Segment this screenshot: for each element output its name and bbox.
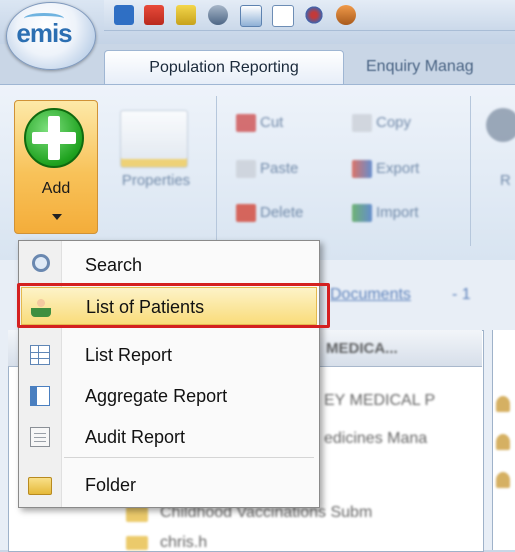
- calendar-icon[interactable]: [240, 5, 262, 27]
- add-button-label: Add: [41, 180, 71, 197]
- menu-item-label: Search: [85, 255, 143, 275]
- cut-label: Cut: [260, 114, 284, 131]
- menu-item-audit-report[interactable]: Audit Report: [19, 418, 319, 456]
- home-icon[interactable]: [144, 5, 164, 25]
- export-button[interactable]: Export: [352, 156, 419, 182]
- export-icon: [352, 160, 372, 179]
- users-icon[interactable]: [336, 5, 356, 25]
- atom-icon[interactable]: [304, 5, 324, 25]
- import-label: Import: [376, 204, 419, 221]
- aggregate-icon: [30, 386, 50, 406]
- tree-row[interactable]: chris.h: [160, 534, 207, 552]
- ribbon-separator: [216, 96, 217, 246]
- scissors-icon: [236, 114, 256, 133]
- documents-count: - 1: [452, 286, 471, 303]
- tree-row[interactable]: EY MEDICAL P: [324, 392, 435, 410]
- menu-item-label: Folder: [85, 475, 137, 495]
- menu-item-folder[interactable]: Folder: [19, 466, 319, 504]
- properties-icon[interactable]: [120, 110, 188, 168]
- emis-logo: emis: [16, 18, 72, 48]
- back-arrow-icon[interactable]: [114, 5, 134, 25]
- tab-population-reporting[interactable]: Population Reporting: [104, 50, 344, 84]
- tree-row[interactable]: edicines Mana: [324, 430, 427, 448]
- clipboard-icon: [236, 160, 256, 179]
- pencil-icon[interactable]: [176, 5, 196, 25]
- highlight-annotation: [17, 283, 330, 328]
- import-button[interactable]: Import: [352, 200, 419, 226]
- copy-button[interactable]: Copy: [352, 110, 411, 136]
- delete-button[interactable]: Delete: [236, 200, 303, 226]
- grid-icon: [30, 345, 50, 365]
- menu-separator: [64, 457, 314, 458]
- menu-item-label: Aggregate Report: [85, 386, 228, 406]
- paste-label: Paste: [260, 160, 299, 177]
- delete-label: Delete: [260, 204, 304, 221]
- documents-link[interactable]: Documents: [330, 286, 411, 304]
- copy-label: Copy: [376, 114, 412, 131]
- export-label: Export: [376, 160, 420, 177]
- menu-item-label: List Report: [85, 345, 173, 365]
- properties-button[interactable]: Properties: [106, 172, 206, 189]
- folder-icon: [126, 536, 148, 550]
- import-icon: [352, 204, 372, 223]
- key-icon: [496, 396, 510, 412]
- delete-icon: [236, 204, 256, 223]
- menu-item-search[interactable]: Search: [19, 246, 319, 284]
- menu-item-aggregate-report[interactable]: Aggregate Report: [19, 377, 319, 415]
- chevron-down-icon: [52, 214, 62, 220]
- plus-horizontal: [32, 132, 76, 144]
- cut-button[interactable]: Cut: [236, 110, 283, 136]
- document-icon[interactable]: [272, 5, 294, 27]
- ribbon-partial-label: R: [500, 172, 511, 189]
- audit-icon: [30, 427, 50, 447]
- search-icon: [32, 254, 50, 272]
- menu-item-label: Audit Report: [85, 427, 186, 447]
- menu-item-list-report[interactable]: List Report: [19, 336, 319, 374]
- key-icon: [496, 472, 510, 488]
- user-icon[interactable]: [208, 5, 228, 25]
- gear-icon[interactable]: [486, 108, 515, 142]
- tree-header-label: MEDICA...: [326, 340, 398, 357]
- folder-icon: [126, 506, 148, 522]
- paste-button[interactable]: Paste: [236, 156, 298, 182]
- copy-icon: [352, 114, 372, 133]
- key-icon: [496, 434, 510, 450]
- folder-icon: [28, 477, 52, 495]
- ribbon-separator: [470, 96, 471, 246]
- tab-enquiry-manager[interactable]: Enquiry Manag: [356, 50, 515, 84]
